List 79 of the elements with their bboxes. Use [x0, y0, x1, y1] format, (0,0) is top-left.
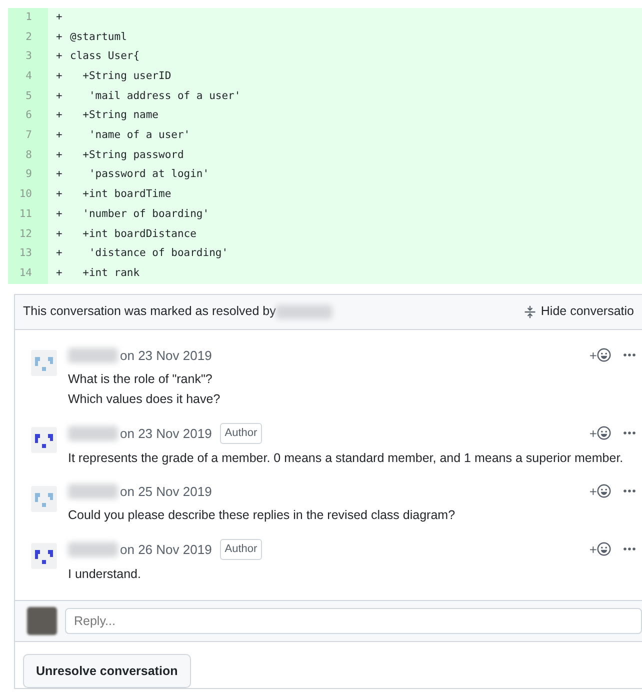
code-line: 'number of boarding'	[82, 206, 210, 222]
more-options-icon[interactable]	[623, 353, 636, 358]
line-number: 5	[8, 86, 48, 106]
author-label: Author	[220, 539, 262, 560]
diff-plus-sign: +	[56, 10, 64, 25]
smiley-icon	[597, 542, 611, 556]
identicon-avatar	[31, 543, 57, 570]
line-number: 7	[8, 126, 48, 146]
code-line: 'name of a user'	[88, 128, 190, 144]
diff-plus-sign: +	[56, 69, 64, 84]
diff-plus-sign: +	[56, 226, 64, 242]
fold-icon	[522, 304, 537, 319]
line-number: 6	[8, 106, 48, 126]
unresolve-conversation-button[interactable]: Unresolve conversation	[23, 654, 191, 688]
diff-plus-sign: +	[56, 167, 64, 182]
comment-date: on 26 Nov 2019	[120, 540, 212, 559]
code-line: 'distance of boarding'	[88, 246, 228, 262]
line-number: 4	[8, 67, 48, 87]
smiley-icon	[597, 484, 611, 498]
code-line: @startuml	[70, 30, 127, 45]
comment-text: I understand.	[68, 566, 142, 583]
more-options-icon[interactable]	[623, 431, 636, 436]
more-options-icon[interactable]	[623, 547, 636, 552]
diff-plus-sign: +	[56, 30, 64, 45]
diff-plus-sign: +	[56, 128, 64, 144]
smiley-icon	[597, 426, 611, 440]
diff-plus-sign: +	[56, 148, 64, 163]
diff-plus-sign: +	[56, 108, 64, 124]
code-line: +int boardTime	[82, 187, 172, 202]
code-line: +String password	[82, 148, 184, 163]
line-number: 3	[8, 47, 48, 68]
diff-plus-sign: +	[56, 49, 64, 64]
line-number: 1	[8, 8, 48, 28]
identicon-avatar	[31, 350, 57, 376]
add-reaction-button[interactable]: +	[589, 482, 611, 502]
comment-text: What is the role of "rank"?	[68, 371, 214, 388]
identicon-avatar	[31, 486, 57, 512]
line-number: 9	[8, 166, 48, 186]
comment-text: Which values does it have?	[68, 391, 222, 408]
code-line: class User{	[70, 49, 140, 64]
comment-text: It represents the grade of a member. 0 means a standard member, and 1 means a superior member.	[68, 450, 624, 467]
code-line: +String userID	[82, 69, 172, 84]
code-line: 'password at login'	[88, 167, 210, 182]
add-reaction-button[interactable]: +	[589, 540, 611, 560]
comment-date: on 23 Nov 2019	[120, 346, 212, 365]
line-number: 11	[8, 204, 48, 225]
code-line: +int rank	[82, 266, 140, 281]
diff-plus-sign: +	[56, 266, 64, 281]
code-line: 'mail address of a user'	[88, 88, 241, 104]
add-reaction-button[interactable]: +	[589, 346, 611, 366]
redacted-username	[68, 348, 118, 363]
redacted-username	[68, 426, 118, 441]
resolved-message: This conversation was marked as resolved by	[23, 303, 276, 320]
code-line: +String name	[82, 108, 159, 124]
redacted-username	[276, 304, 332, 319]
diff-plus-sign: +	[56, 88, 64, 104]
diff-plus-sign: +	[56, 246, 64, 262]
line-number: 14	[8, 264, 48, 284]
redacted-username	[68, 542, 118, 557]
code-line: +int boardDistance	[82, 226, 196, 242]
comment-text: Could you please describe these replies in the revised class diagram?	[68, 507, 456, 524]
redacted-username	[68, 484, 118, 499]
comment-date: on 25 Nov 2019	[120, 482, 212, 501]
line-number: 10	[8, 185, 48, 205]
reply-field[interactable]: Reply...	[65, 608, 642, 634]
diff-plus-sign: +	[56, 206, 64, 222]
more-options-icon[interactable]	[623, 489, 636, 494]
user-avatar-placeholder	[27, 606, 57, 635]
hide-conversation-button[interactable]: Hide conversatio	[522, 302, 634, 321]
diff-plus-sign: +	[56, 187, 64, 202]
line-number: 13	[8, 244, 48, 264]
line-number: 12	[8, 224, 48, 244]
identicon-avatar	[31, 427, 57, 454]
comment-date: on 23 Nov 2019	[120, 424, 212, 443]
line-number: 2	[8, 28, 48, 48]
add-reaction-button[interactable]: +	[589, 424, 611, 444]
author-label: Author	[220, 423, 262, 444]
line-number: 8	[8, 146, 48, 166]
smiley-icon	[597, 348, 611, 362]
